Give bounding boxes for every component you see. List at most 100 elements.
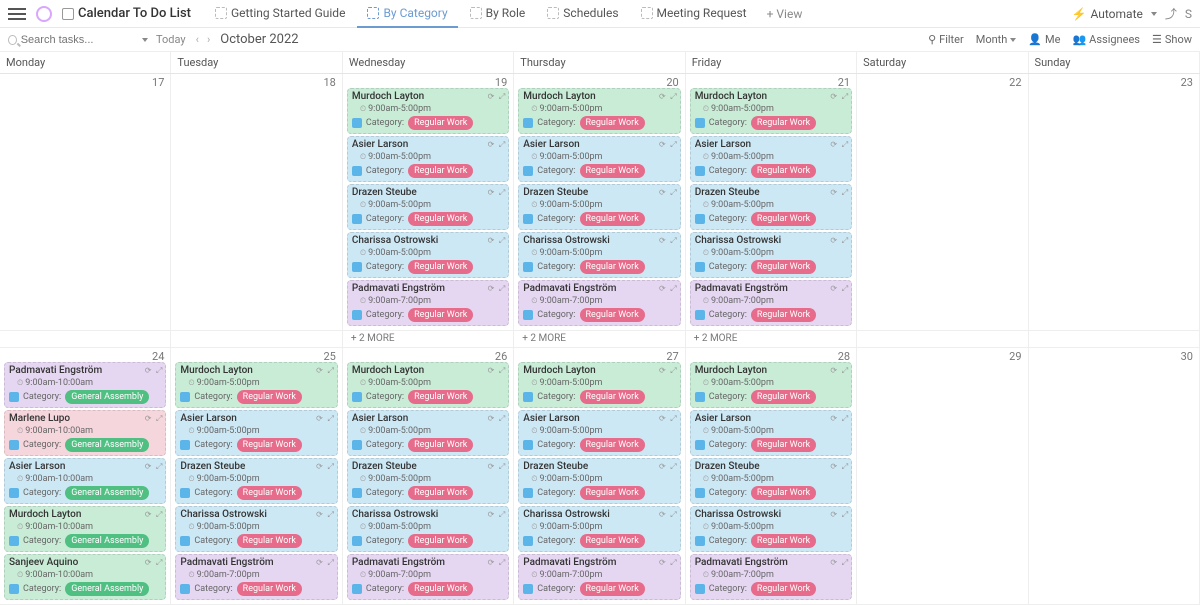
category-pill[interactable]: Regular Work bbox=[408, 260, 473, 274]
expand-icon[interactable]: ⤢ bbox=[670, 557, 676, 569]
share-label[interactable]: S bbox=[1185, 7, 1192, 21]
expand-icon[interactable]: ⤢ bbox=[156, 557, 162, 569]
hamburger-menu-icon[interactable] bbox=[8, 8, 26, 20]
calendar-event[interactable]: ⟳⤢Asier Larson9:00am-5:00pmCategory:Regu… bbox=[690, 410, 852, 456]
category-pill[interactable]: Regular Work bbox=[580, 534, 645, 548]
category-pill[interactable]: Regular Work bbox=[580, 164, 645, 178]
calendar-event[interactable]: ⟳⤢Asier Larson9:00am-5:00pmCategory:Regu… bbox=[347, 410, 509, 456]
expand-icon[interactable]: ⤢ bbox=[670, 413, 676, 425]
calendar-event[interactable]: ⟳⤢Charissa Ostrowski9:00am-5:00pmCategor… bbox=[347, 232, 509, 278]
calendar-event[interactable]: ⟳⤢Padmavati Engström9:00am-7:00pmCategor… bbox=[175, 554, 337, 600]
tab-by-role[interactable]: By Role bbox=[460, 0, 536, 28]
category-pill[interactable]: Regular Work bbox=[751, 390, 816, 404]
calendar-event[interactable]: ⟳⤢Padmavati Engström9:00am-10:00amCatego… bbox=[4, 362, 166, 408]
expand-icon[interactable]: ⤢ bbox=[670, 283, 676, 295]
expand-icon[interactable]: ⤢ bbox=[670, 365, 676, 377]
category-pill[interactable]: General Assembly bbox=[65, 582, 149, 596]
category-pill[interactable]: Regular Work bbox=[237, 486, 302, 500]
tab-schedules[interactable]: Schedules bbox=[537, 0, 628, 28]
calendar-event[interactable]: ⟳⤢Murdoch Layton9:00am-5:00pmCategory:Re… bbox=[175, 362, 337, 408]
category-pill[interactable]: Regular Work bbox=[751, 260, 816, 274]
expand-icon[interactable]: ⤢ bbox=[670, 509, 676, 521]
calendar-event[interactable]: ⟳⤢Charissa Ostrowski9:00am-5:00pmCategor… bbox=[690, 506, 852, 552]
category-pill[interactable]: Regular Work bbox=[408, 534, 473, 548]
expand-icon[interactable]: ⤢ bbox=[842, 187, 848, 199]
expand-icon[interactable]: ⤢ bbox=[670, 461, 676, 473]
category-pill[interactable]: Regular Work bbox=[237, 582, 302, 596]
day-cell[interactable]: 24⟳⤢Padmavati Engström9:00am-10:00amCate… bbox=[0, 348, 171, 604]
more-events-button[interactable]: + 2 MORE bbox=[345, 331, 511, 346]
expand-icon[interactable]: ⤢ bbox=[670, 187, 676, 199]
calendar-event[interactable]: ⟳⤢Murdoch Layton9:00am-5:00pmCategory:Re… bbox=[518, 88, 680, 134]
category-pill[interactable]: Regular Work bbox=[408, 164, 473, 178]
expand-icon[interactable]: ⤢ bbox=[327, 461, 333, 473]
expand-icon[interactable]: ⤢ bbox=[842, 91, 848, 103]
category-pill[interactable]: Regular Work bbox=[580, 582, 645, 596]
category-pill[interactable]: Regular Work bbox=[751, 308, 816, 322]
category-pill[interactable]: Regular Work bbox=[408, 438, 473, 452]
expand-icon[interactable]: ⤢ bbox=[842, 461, 848, 473]
category-pill[interactable]: Regular Work bbox=[751, 212, 816, 226]
more-events-button[interactable]: + 2 MORE bbox=[516, 331, 682, 346]
expand-icon[interactable]: ⤢ bbox=[156, 509, 162, 521]
assignees-filter[interactable]: 👥Assignees bbox=[1072, 33, 1140, 46]
calendar-event[interactable]: ⟳⤢Murdoch Layton9:00am-10:00amCategory:G… bbox=[4, 506, 166, 552]
expand-icon[interactable]: ⤢ bbox=[842, 509, 848, 521]
calendar-event[interactable]: ⟳⤢Murdoch Layton9:00am-5:00pmCategory:Re… bbox=[690, 88, 852, 134]
expand-icon[interactable]: ⤢ bbox=[842, 413, 848, 425]
day-cell[interactable]: 26⟳⤢Murdoch Layton9:00am-5:00pmCategory:… bbox=[343, 348, 514, 604]
expand-icon[interactable]: ⤢ bbox=[842, 283, 848, 295]
calendar-event[interactable]: ⟳⤢Padmavati Engström9:00am-7:00pmCategor… bbox=[690, 280, 852, 326]
category-pill[interactable]: General Assembly bbox=[65, 438, 149, 452]
month-select[interactable]: Month bbox=[976, 33, 1017, 46]
day-cell[interactable]: 27⟳⤢Murdoch Layton9:00am-5:00pmCategory:… bbox=[514, 348, 685, 604]
expand-icon[interactable]: ⤢ bbox=[499, 283, 505, 295]
expand-icon[interactable]: ⤢ bbox=[842, 365, 848, 377]
category-pill[interactable]: Regular Work bbox=[237, 534, 302, 548]
day-cell[interactable]: 28⟳⤢Murdoch Layton9:00am-5:00pmCategory:… bbox=[686, 348, 857, 604]
category-pill[interactable]: General Assembly bbox=[65, 486, 149, 500]
category-pill[interactable]: Regular Work bbox=[408, 116, 473, 130]
search-input[interactable] bbox=[21, 34, 138, 46]
category-pill[interactable]: General Assembly bbox=[65, 390, 149, 404]
day-cell[interactable]: 21⟳⤢Murdoch Layton9:00am-5:00pmCategory:… bbox=[686, 74, 857, 330]
day-cell[interactable]: 25⟳⤢Murdoch Layton9:00am-5:00pmCategory:… bbox=[171, 348, 342, 604]
calendar-event[interactable]: ⟳⤢Asier Larson9:00am-5:00pmCategory:Regu… bbox=[347, 136, 509, 182]
calendar-event[interactable]: ⟳⤢Charissa Ostrowski9:00am-5:00pmCategor… bbox=[518, 506, 680, 552]
tab-meeting-request[interactable]: Meeting Request bbox=[631, 0, 757, 28]
calendar-event[interactable]: ⟳⤢Padmavati Engström9:00am-7:00pmCategor… bbox=[347, 554, 509, 600]
add-view-button[interactable]: + View bbox=[759, 7, 811, 21]
calendar-event[interactable]: ⟳⤢Charissa Ostrowski9:00am-5:00pmCategor… bbox=[347, 506, 509, 552]
category-pill[interactable]: Regular Work bbox=[580, 116, 645, 130]
category-pill[interactable]: Regular Work bbox=[237, 390, 302, 404]
day-cell[interactable]: 23 bbox=[1029, 74, 1200, 330]
tab-by-category[interactable]: By Category bbox=[357, 0, 457, 28]
category-pill[interactable]: Regular Work bbox=[580, 212, 645, 226]
prev-month-button[interactable]: ‹ bbox=[194, 33, 201, 46]
calendar-event[interactable]: ⟳⤢Asier Larson9:00am-10:00amCategory:Gen… bbox=[4, 458, 166, 504]
expand-icon[interactable]: ⤢ bbox=[842, 139, 848, 151]
expand-icon[interactable]: ⤢ bbox=[327, 557, 333, 569]
search-input-wrap[interactable] bbox=[8, 34, 148, 46]
day-cell[interactable]: 18 bbox=[171, 74, 342, 330]
automate-button[interactable]: ⚡ Automate bbox=[1072, 7, 1143, 21]
filter-button[interactable]: ⚲Filter bbox=[928, 33, 964, 46]
expand-icon[interactable]: ⤢ bbox=[670, 91, 676, 103]
show-button[interactable]: ☰Show bbox=[1152, 33, 1192, 46]
today-button[interactable]: Today bbox=[156, 33, 186, 46]
category-pill[interactable]: Regular Work bbox=[751, 534, 816, 548]
calendar-event[interactable]: ⟳⤢Drazen Steube9:00am-5:00pmCategory:Reg… bbox=[518, 458, 680, 504]
category-pill[interactable]: Regular Work bbox=[580, 486, 645, 500]
calendar-event[interactable]: ⟳⤢Charissa Ostrowski9:00am-5:00pmCategor… bbox=[518, 232, 680, 278]
expand-icon[interactable]: ⤢ bbox=[499, 557, 505, 569]
category-pill[interactable]: Regular Work bbox=[237, 438, 302, 452]
category-pill[interactable]: Regular Work bbox=[580, 260, 645, 274]
calendar-event[interactable]: ⟳⤢Drazen Steube9:00am-5:00pmCategory:Reg… bbox=[175, 458, 337, 504]
expand-icon[interactable]: ⤢ bbox=[327, 509, 333, 521]
expand-icon[interactable]: ⤢ bbox=[327, 413, 333, 425]
calendar-event[interactable]: ⟳⤢Drazen Steube9:00am-5:00pmCategory:Reg… bbox=[347, 458, 509, 504]
expand-icon[interactable]: ⤢ bbox=[499, 413, 505, 425]
category-pill[interactable]: Regular Work bbox=[580, 390, 645, 404]
calendar-event[interactable]: ⟳⤢Asier Larson9:00am-5:00pmCategory:Regu… bbox=[518, 410, 680, 456]
calendar-event[interactable]: ⟳⤢Murdoch Layton9:00am-5:00pmCategory:Re… bbox=[518, 362, 680, 408]
